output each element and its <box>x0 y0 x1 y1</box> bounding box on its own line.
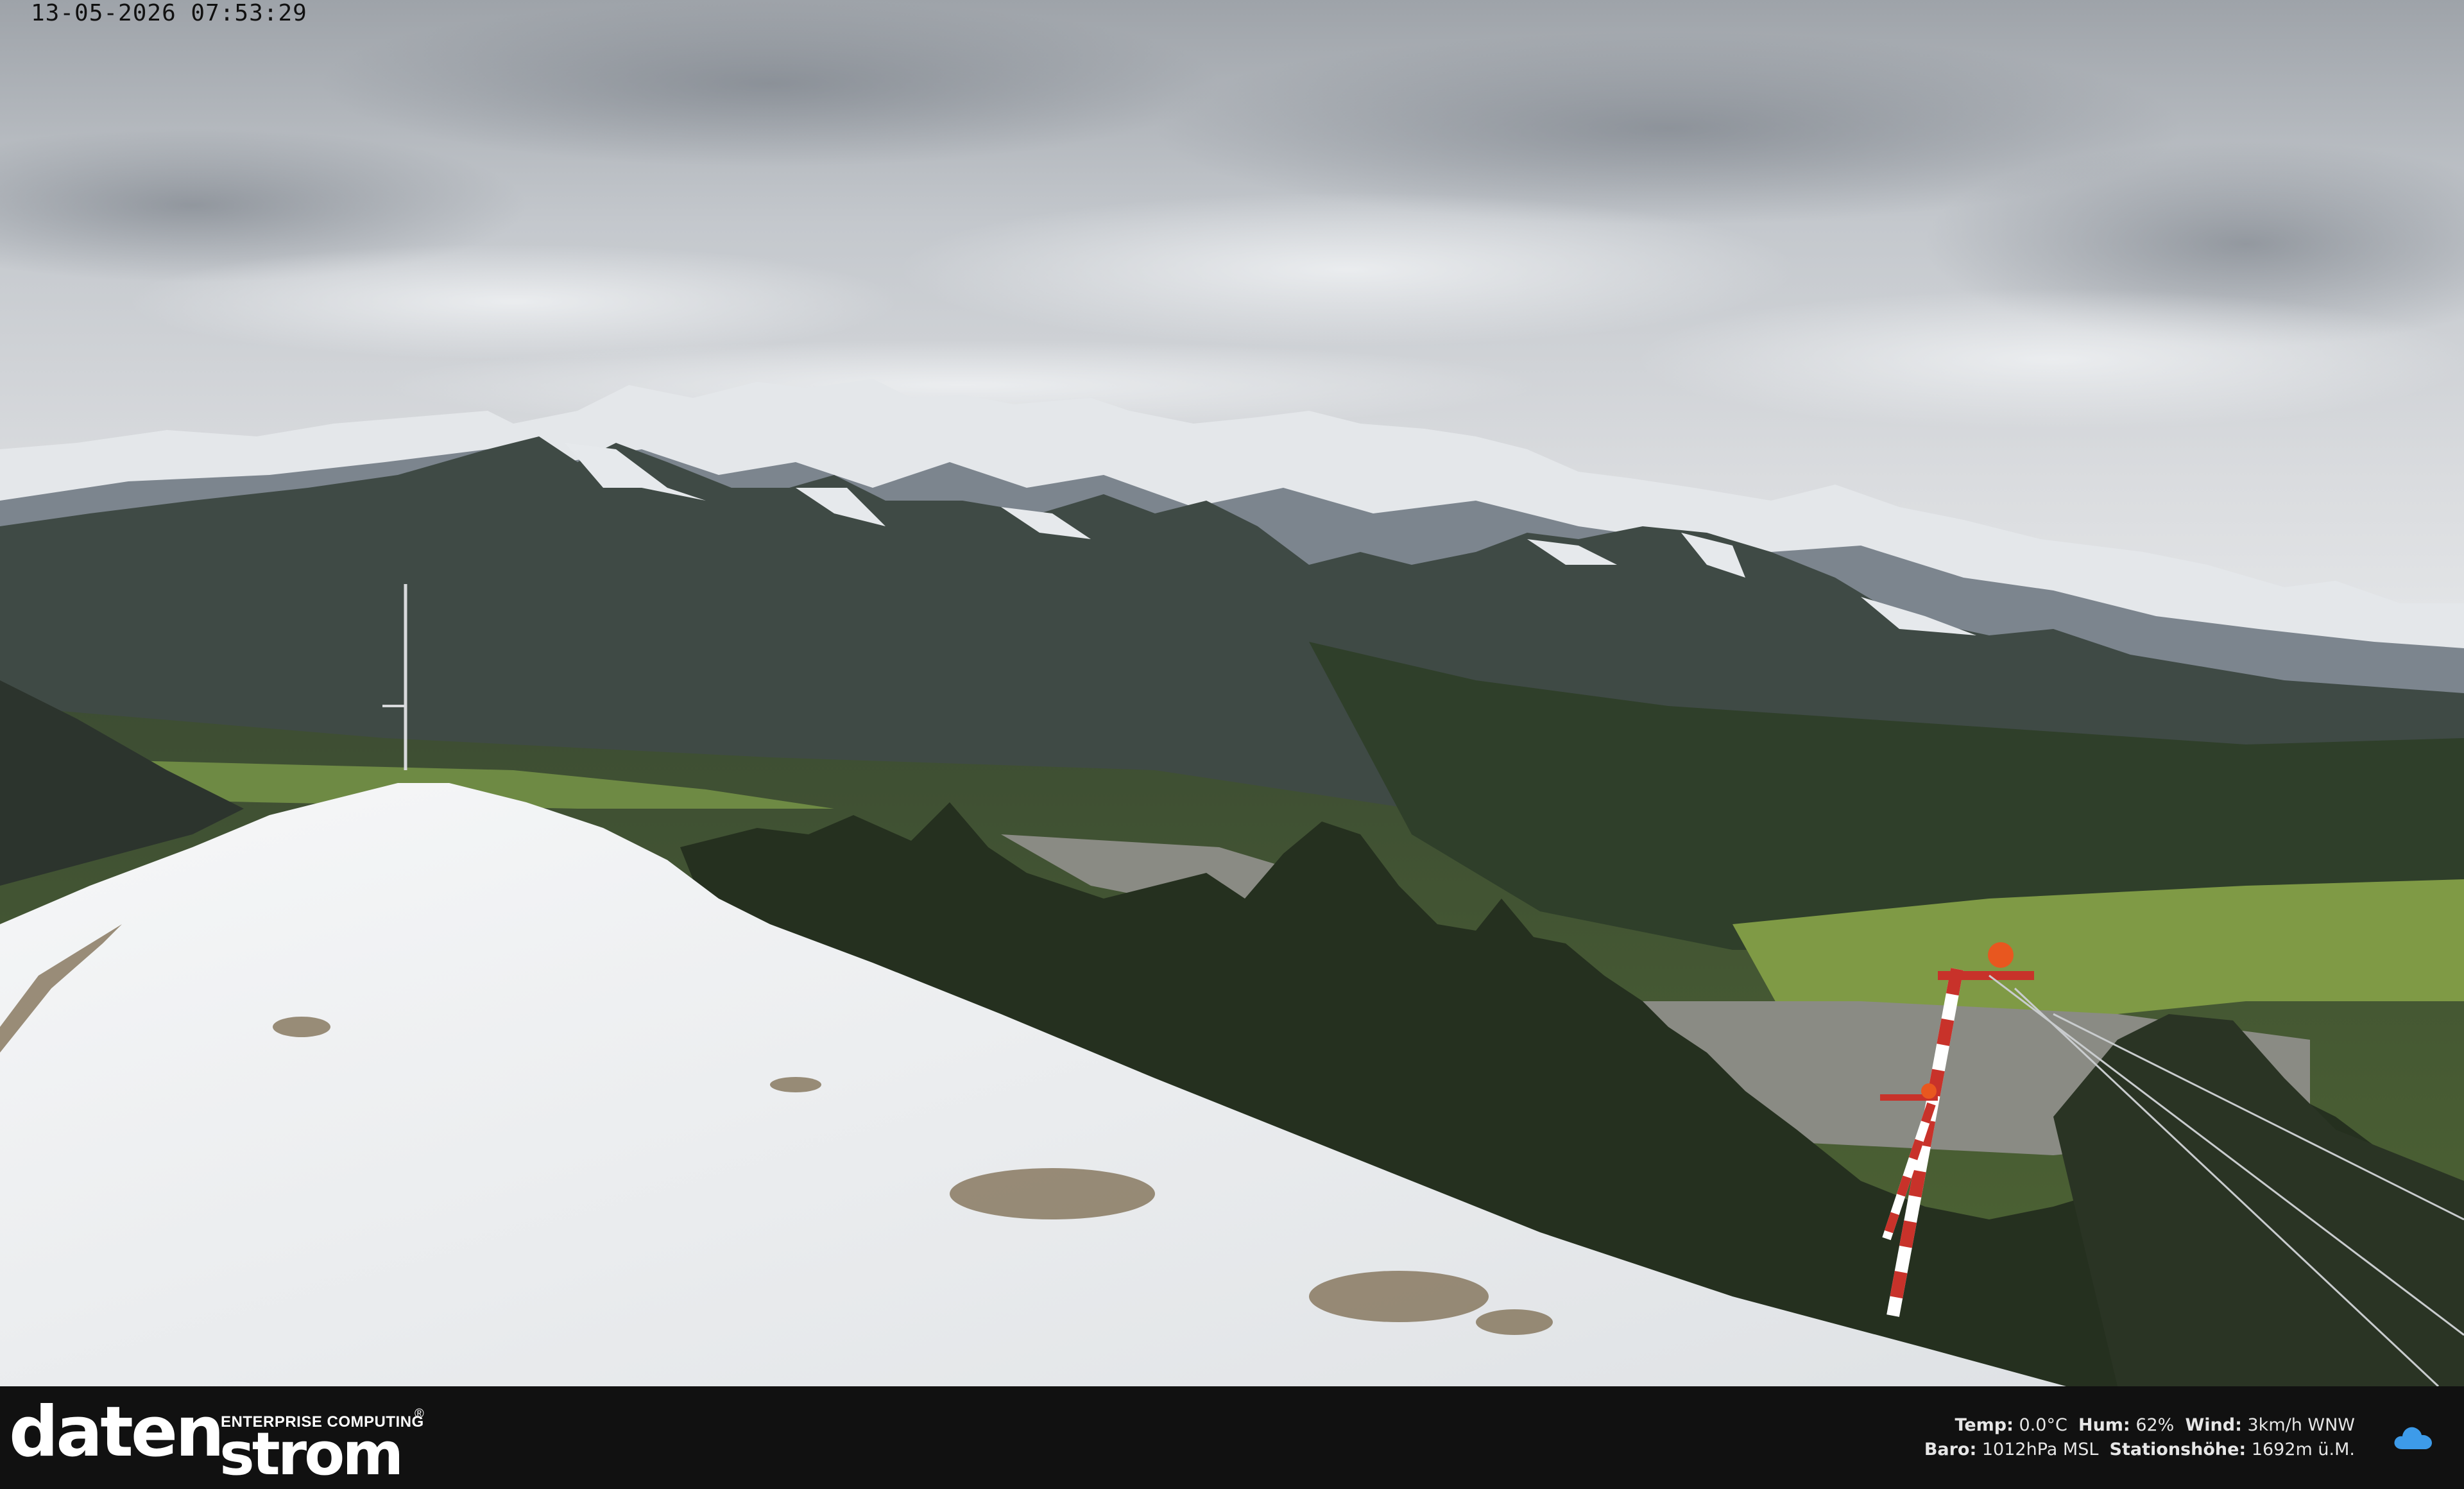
station-height-value: 1692m ü.M. <box>2251 1440 2355 1459</box>
weather-readout: Temp: 0.0°C Hum: 62% Wind: 3km/h WNW Bar… <box>1924 1413 2355 1462</box>
cloud-icon <box>2394 1427 2432 1449</box>
hum-value: 62% <box>2135 1415 2175 1435</box>
weather-line-1: Temp: 0.0°C Hum: 62% Wind: 3km/h WNW <box>1924 1413 2355 1438</box>
timestamp-overlay: 13-05-2026 07:53:29 <box>31 0 307 26</box>
logo-registered-mark: ® <box>415 1407 424 1421</box>
weather-line-2: Baro: 1012hPa MSL Stationshöhe: 1692m ü.… <box>1924 1438 2355 1462</box>
baro-value: 1012hPa MSL <box>1981 1440 2099 1459</box>
logo-word-strom: strom <box>219 1420 404 1488</box>
wind-label: Wind: <box>2185 1415 2242 1435</box>
datenstrom-logo: daten ENTERPRISE COMPUTING ® strom <box>9 1392 432 1488</box>
footer-bar: daten ENTERPRISE COMPUTING ® strom Temp:… <box>0 1386 2464 1489</box>
hum-label: Hum: <box>2078 1415 2130 1435</box>
temp-value: 0.0°C <box>2019 1415 2067 1435</box>
temp-label: Temp: <box>1955 1415 2014 1435</box>
wind-value: 3km/h WNW <box>2247 1415 2356 1435</box>
baro-label: Baro: <box>1924 1440 1977 1459</box>
webcam-image <box>0 0 2464 1386</box>
logo-word-daten: daten <box>9 1392 225 1472</box>
station-height-label: Stationshöhe: <box>2109 1440 2246 1459</box>
